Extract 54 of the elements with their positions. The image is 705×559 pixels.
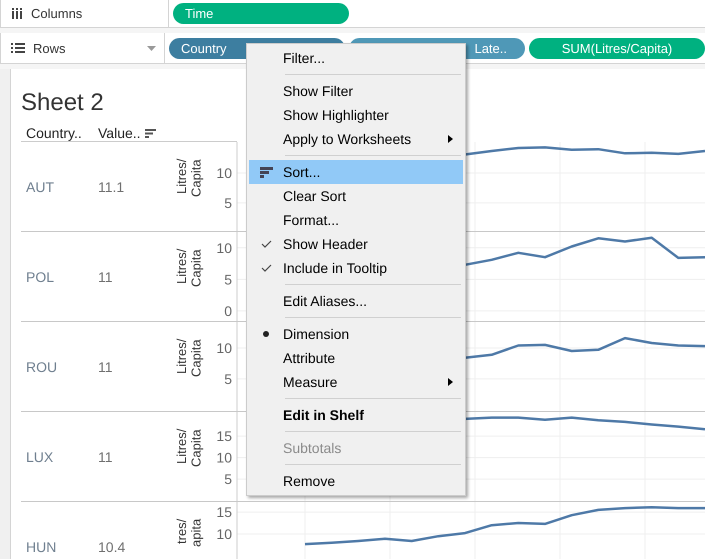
value-label: 10.4 — [98, 538, 126, 554]
value-label: 11.1 — [98, 178, 124, 194]
country-label: ROU — [26, 358, 58, 374]
submenu-arrow-icon — [448, 135, 453, 143]
sort-icon — [260, 166, 272, 178]
shelf-label: Rows — [33, 40, 67, 56]
axis-tick: 10 — [216, 340, 232, 356]
axis-tick: 5 — [224, 271, 232, 288]
menu-item[interactable]: Remove — [249, 469, 463, 493]
axis-tick: 10 — [216, 526, 232, 542]
dropdown-caret-icon[interactable] — [147, 46, 156, 50]
shelf-label: Columns — [31, 6, 84, 21]
axis-title: Litres/ Capita — [174, 429, 204, 469]
axis-tick: 0 — [224, 302, 232, 319]
axis-title: tres/ apita — [174, 519, 204, 550]
axis-tick: 10 — [216, 165, 232, 182]
menu-item[interactable]: Measure — [249, 370, 463, 394]
column-header[interactable]: Country.. — [21, 125, 98, 141]
menu-item[interactable]: Show Highlighter — [249, 103, 463, 127]
value-label: 11 — [98, 268, 113, 284]
menu-item[interactable]: Format... — [249, 208, 463, 232]
menu-item[interactable]: Sort... — [249, 160, 463, 184]
country-label: LUX — [26, 448, 54, 464]
column-header[interactable]: Value.. — [98, 125, 141, 141]
menu-item[interactable]: Clear Sort — [249, 184, 463, 208]
menu-item[interactable]: Show Filter — [249, 79, 463, 103]
axis-tick: 15 — [216, 428, 232, 444]
country-label: HUN — [26, 538, 56, 554]
axis-tick: 10 — [216, 450, 232, 466]
country-label: AUT — [26, 178, 54, 194]
sort-icon[interactable] — [144, 128, 156, 138]
value-label: 11 — [98, 448, 113, 464]
axis-title: Litres/ Capita — [174, 159, 204, 199]
axis-tick: 10 — [216, 240, 232, 256]
menu-item[interactable]: Edit Aliases... — [249, 289, 463, 313]
axis-tick: 5 — [224, 370, 232, 387]
axis-tick: 15 — [216, 504, 232, 520]
menu-item[interactable]: Attribute — [249, 346, 463, 370]
axis-title: Litres/ Capita — [174, 339, 204, 379]
menu-item[interactable]: Include in Tooltip — [249, 256, 463, 280]
axis-tick: 5 — [224, 194, 232, 211]
value-label: 11 — [98, 358, 113, 374]
axis-tick: 5 — [224, 471, 232, 488]
menu-item[interactable]: Dimension — [249, 322, 463, 346]
menu-item[interactable]: Edit in Shelf — [249, 403, 463, 427]
menu-item[interactable]: Apply to Worksheets — [249, 127, 463, 151]
sheet-title: Sheet 2 — [21, 89, 104, 117]
country-label: POL — [26, 268, 54, 284]
submenu-arrow-icon — [448, 378, 453, 386]
menu-item[interactable]: Show Header — [249, 232, 463, 256]
menu-item[interactable]: Filter... — [249, 46, 463, 70]
list-icon — [11, 43, 25, 53]
axis-title: Litres/ Capita — [174, 249, 204, 289]
columns-icon — [11, 8, 23, 19]
